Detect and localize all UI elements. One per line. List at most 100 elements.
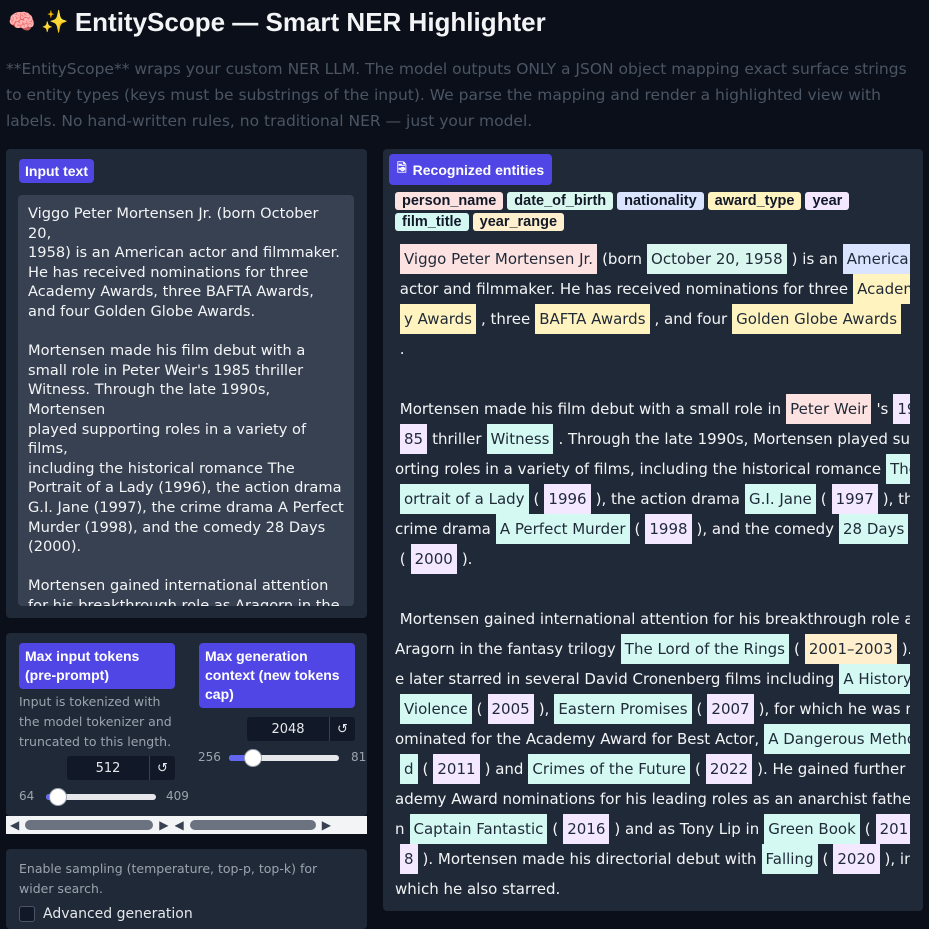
- entity-legend: person_name date_of_birth nationality award…: [395, 192, 915, 231]
- entity-span: 8: [400, 844, 418, 874]
- entity-span: 1998: [645, 514, 692, 544]
- highlight-line: ademy Award nominations for his leading …: [395, 784, 910, 814]
- plain-text: , and four: [654, 310, 728, 328]
- highlight-line: crime drama A Perfect Murder(1998), and t…: [395, 514, 910, 544]
- plain-text: ). Mortensen made his directorial debut …: [422, 850, 757, 868]
- entity-span: y Awards: [400, 304, 476, 334]
- scrollbar-thumb[interactable]: [25, 820, 154, 830]
- highlight-line: .: [395, 334, 910, 364]
- plain-text: (: [422, 760, 429, 778]
- plain-text: crime drama: [395, 520, 491, 538]
- legend-year: year: [805, 192, 850, 210]
- highlight-line: 85 thriller Witness. Through the late 1990…: [395, 424, 910, 454]
- app-description: **EntityScope** wraps your custom NER LL…: [6, 60, 907, 130]
- entity-span: 201: [875, 814, 910, 844]
- plain-text: (: [820, 490, 827, 508]
- plain-text: orting roles in a variety of films, incl…: [395, 460, 882, 478]
- plain-text: ), the action drama: [595, 490, 740, 508]
- entity-span: Golden Globe Awards: [732, 304, 902, 334]
- entity-span: 1997: [831, 484, 878, 514]
- advanced-generation-checkbox[interactable]: Advanced generation: [19, 906, 193, 922]
- plain-text: actor and filmmaker. He has received nom…: [395, 280, 849, 298]
- highlight-line: Mortensen made his film debut with a sma…: [395, 394, 910, 424]
- scroll-right-icon[interactable]: ▶: [322, 818, 331, 832]
- max-generation-field[interactable]: 2048 ↺: [247, 717, 355, 741]
- checkbox-box[interactable]: [19, 906, 35, 922]
- entity-span: Captain Fantastic: [409, 814, 548, 844]
- plain-text: (: [552, 820, 559, 838]
- entity-span: October 20, 1958: [647, 244, 787, 274]
- scroll-left-icon[interactable]: ◀: [10, 818, 19, 832]
- plain-text: (: [696, 700, 703, 718]
- max-input-tokens-hint: Input is tokenized with the model tokeni…: [19, 694, 172, 749]
- reset-icon[interactable]: ↺: [149, 756, 175, 780]
- legend-film-title: film_title: [395, 213, 469, 231]
- entity-span: BAFTA Awards: [535, 304, 650, 334]
- plain-text: ), the: [882, 490, 910, 508]
- highlight-line: which he also starred.: [395, 874, 910, 904]
- entity-span: Falling: [761, 844, 818, 874]
- entity-span: 2022: [705, 754, 753, 784]
- max-input-tokens-slider[interactable]: [46, 788, 156, 806]
- max-generation-slider[interactable]: [229, 749, 339, 767]
- entity-span: Green Book: [764, 814, 860, 844]
- plain-text: ), for which he was n: [758, 700, 910, 718]
- entity-span: G.I. Jane: [745, 484, 816, 514]
- entity-span: Academ: [853, 274, 910, 304]
- entity-span: 85: [400, 424, 428, 454]
- slider-thumb[interactable]: [49, 788, 68, 806]
- entity-span: Crimes of the Future: [528, 754, 691, 784]
- highlight-line: n Captain Fantastic(2016) and as Tony Lip…: [395, 814, 910, 844]
- scroll-right-icon[interactable]: ▶: [159, 818, 168, 832]
- entity-span: 1996: [544, 484, 591, 514]
- highlight-line: y Awards , three BAFTA Awards, and four Gol…: [395, 304, 910, 334]
- highlight-line: [395, 574, 910, 604]
- scrollbar-thumb[interactable]: [189, 820, 316, 830]
- highlight-line: (2000).: [395, 544, 910, 574]
- plain-text: (: [822, 850, 829, 868]
- legend-award-type: award_type: [707, 192, 802, 210]
- app-header: 🧠 ✨ EntityScope — Smart NER Highlighter: [8, 4, 546, 40]
- plain-text: n: [395, 820, 405, 838]
- scroll-left-icon[interactable]: ◀: [174, 818, 183, 832]
- plain-text: ominated for the Academy Award for Best …: [395, 730, 760, 748]
- entity-span: 2016: [563, 814, 610, 844]
- max-generation-max: 819: [351, 750, 367, 764]
- plain-text: (: [634, 520, 641, 538]
- entity-span: 2007: [707, 694, 754, 724]
- plain-text: ). He gained further Ac: [757, 760, 906, 778]
- plain-text: ). H: [901, 640, 910, 658]
- input-textarea[interactable]: Viggo Peter Mortensen Jr. (born October …: [18, 195, 354, 606]
- entity-span: Viggo Peter Mortensen Jr.: [400, 244, 598, 274]
- highlight-line: Aragorn in the fantasy trilogy The Lord o…: [395, 634, 910, 664]
- entity-span: 28 Days: [838, 514, 909, 544]
- sparkles-icon: ✨: [41, 9, 69, 34]
- highlight-line: orting roles in a variety of films, incl…: [395, 454, 910, 484]
- advanced-generation-label: Advanced generation: [43, 906, 193, 922]
- horizontal-scrollbar[interactable]: ◀ ▶ ◀ ▶: [6, 816, 367, 834]
- highlight-line: 8). Mortensen made his directorial debut…: [395, 844, 910, 874]
- plain-text: ) and as Tony Lip in: [614, 820, 760, 838]
- entity-span: 2011: [433, 754, 480, 784]
- entity-span: 2020: [833, 844, 880, 874]
- plain-text: ) and: [484, 760, 524, 778]
- reset-icon[interactable]: ↺: [329, 717, 355, 741]
- plain-text: ), in: [884, 850, 910, 868]
- sampling-hint: Enable sampling (temperature, top-p, top…: [19, 861, 318, 896]
- legend-year-range: year_range: [472, 213, 565, 231]
- plain-text: (: [395, 550, 406, 568]
- page-title: EntityScope — Smart NER Highlighter: [74, 6, 546, 37]
- plain-text: 's: [876, 400, 889, 418]
- highlight-line: ominated for the Academy Award for Best …: [395, 724, 910, 754]
- max-input-tokens-field[interactable]: 512 ↺: [67, 756, 175, 780]
- entity-span: 2005: [487, 694, 534, 724]
- highlight-line: actor and filmmaker. He has received nom…: [395, 274, 910, 304]
- highlight-line: ortrait of a Lady(1996), the action dram…: [395, 484, 910, 514]
- plain-text: (: [695, 760, 701, 778]
- controls-panel: Max input tokens (pre-prompt) Input is t…: [6, 633, 367, 816]
- plain-text: ademy Award nominations for his leading …: [395, 790, 910, 808]
- slider-thumb[interactable]: [244, 749, 263, 767]
- plain-text: (born: [602, 250, 643, 268]
- max-input-tokens-label: Max input tokens (pre-prompt): [19, 643, 175, 689]
- input-panel: Input text Viggo Peter Mortensen Jr. (bo…: [6, 149, 367, 618]
